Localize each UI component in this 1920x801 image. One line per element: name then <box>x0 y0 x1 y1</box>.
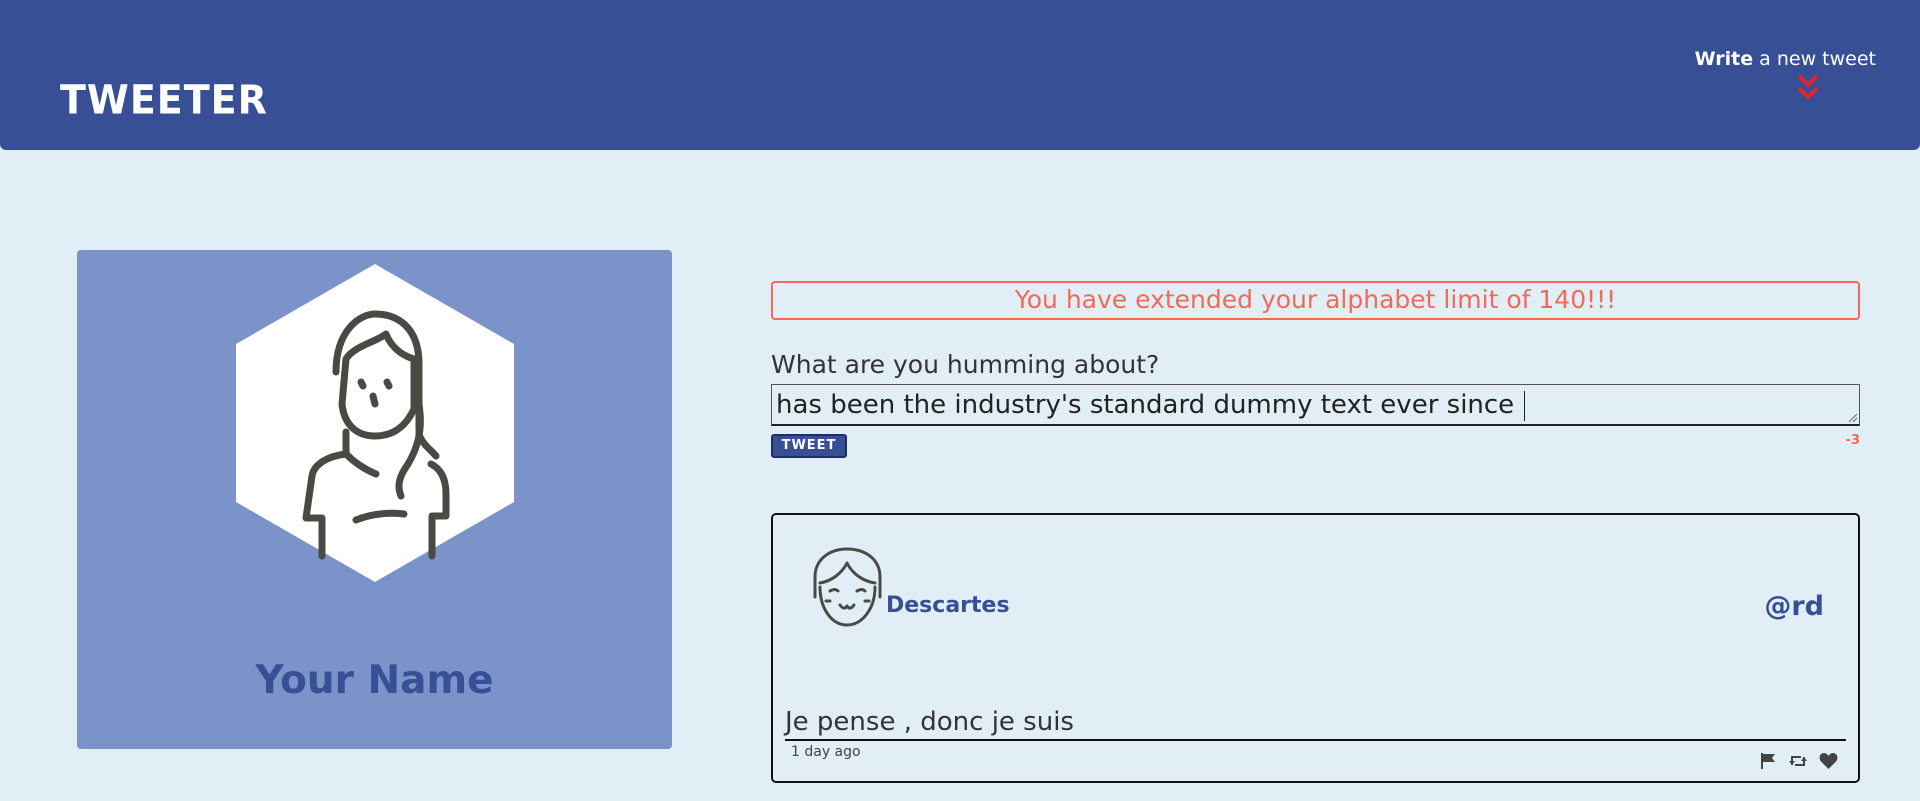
resize-grip-icon[interactable] <box>1847 412 1857 422</box>
tweet-content: Je pense , donc je suis <box>785 707 1846 741</box>
compose-link-rest: a new tweet <box>1753 48 1876 70</box>
tweet-text-value: has been the industry's standard dummy t… <box>776 390 1523 420</box>
tweet-handle[interactable]: @rd <box>1764 591 1824 622</box>
character-counter: -3 <box>1845 433 1860 448</box>
woman-avatar-icon <box>236 264 514 582</box>
retweet-icon[interactable] <box>1788 752 1808 770</box>
tweet-actions <box>1759 752 1838 770</box>
top-nav: TWEETER Write a new tweet <box>0 0 1920 150</box>
flag-icon[interactable] <box>1759 752 1777 770</box>
error-message: You have extended your alphabet limit of… <box>771 281 1860 320</box>
text-caret <box>1524 390 1526 421</box>
girl-avatar-icon <box>813 547 882 627</box>
brand-logo[interactable]: TWEETER <box>60 77 268 123</box>
tweet-timestamp: 1 day ago <box>791 744 861 760</box>
write-new-tweet-link[interactable]: Write a new tweet <box>1695 48 1876 70</box>
tweet-author[interactable]: Descartes <box>886 593 1010 618</box>
heart-icon[interactable] <box>1819 752 1838 770</box>
profile-card: Your Name <box>77 250 672 749</box>
compose-label: What are you humming about? <box>771 350 1160 379</box>
double-chevron-down-icon[interactable] <box>1796 73 1820 101</box>
tweet-textarea[interactable]: has been the industry's standard dummy t… <box>771 384 1860 426</box>
compose-link-strong: Write <box>1694 48 1754 70</box>
tweet-card: Descartes @rd Je pense , donc je suis 1 … <box>771 513 1860 783</box>
tweet-button[interactable]: TWEET <box>771 434 847 458</box>
profile-name: Your Name <box>255 658 494 703</box>
